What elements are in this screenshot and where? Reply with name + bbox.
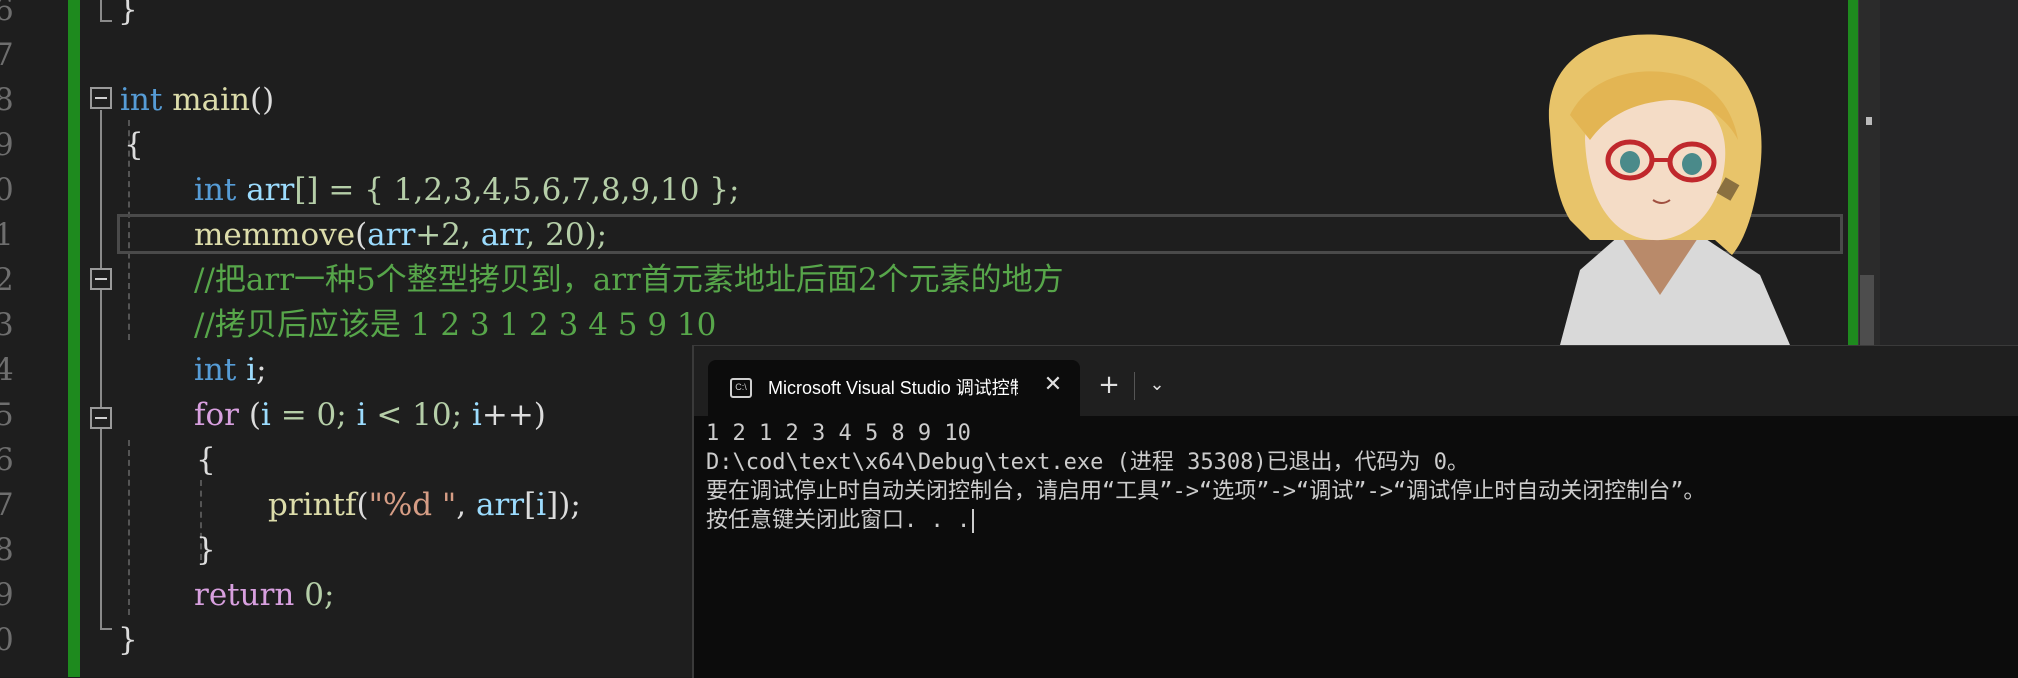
- brace: {: [196, 442, 216, 478]
- line-number-gutter: 6 7 8 9 0 1 2 3 4 5 6 7 8 9 0: [0, 0, 64, 677]
- outline-line: [100, 628, 112, 630]
- line-number: 9: [0, 127, 14, 163]
- collapse-main-icon[interactable]: [90, 87, 112, 109]
- side-panel: [1880, 0, 2018, 345]
- text-cursor: [972, 509, 975, 533]
- punctuation: ++): [481, 397, 546, 433]
- line-number: 5: [0, 397, 14, 433]
- console-output-line: D:\cod\text\x64\Debug\text.exe (进程 35308…: [706, 450, 1470, 475]
- debug-console-window[interactable]: C:\ Microsoft Visual Studio 调试控制台 ✕ + ⌄ …: [692, 345, 2018, 678]
- line-number: 3: [0, 307, 14, 343]
- brace: }: [118, 0, 138, 28]
- console-tab-title: Microsoft Visual Studio 调试控制台: [768, 378, 1018, 398]
- number: +2,: [415, 217, 481, 253]
- variable: arr: [475, 487, 525, 523]
- new-tab-button[interactable]: +: [1092, 368, 1126, 402]
- keyword: int: [120, 82, 163, 118]
- keyword: return: [194, 577, 295, 613]
- line-number: 7: [0, 487, 14, 523]
- punctuation: (: [355, 217, 368, 253]
- variable: arr: [480, 217, 526, 253]
- outline-line: [100, 20, 112, 22]
- line-number: 6: [0, 0, 14, 28]
- punctuation: ;: [256, 352, 267, 388]
- variable: i: [260, 397, 271, 433]
- divider: [1134, 372, 1135, 400]
- line-number: 0: [0, 622, 14, 658]
- code-line-for-open-brace[interactable]: {: [196, 438, 216, 483]
- background-character-image: [1548, 34, 1790, 345]
- string-literal: "%d ": [368, 487, 457, 523]
- keyword: for: [194, 397, 239, 433]
- chevron-down-icon[interactable]: ⌄: [1140, 368, 1174, 402]
- code-line-close-brace[interactable]: }: [118, 618, 138, 663]
- variable: arr: [246, 172, 295, 208]
- parens: (): [249, 82, 275, 118]
- function-name: main: [172, 82, 250, 118]
- number: , 20);: [525, 217, 608, 253]
- variable: arr: [367, 217, 416, 253]
- variable: i: [246, 352, 257, 388]
- line-number: 8: [0, 532, 14, 568]
- variable: i: [536, 487, 547, 523]
- console-output-line: 1 2 1 2 3 4 5 8 9 10: [706, 421, 971, 446]
- punctuation: ]);: [546, 487, 581, 523]
- array-initializer: [] = { 1,2,3,4,5,6,7,8,9,10 };: [294, 172, 740, 208]
- code-line-closing-brace[interactable]: }: [118, 0, 138, 33]
- collapse-for-icon[interactable]: [90, 407, 112, 429]
- brace: {: [124, 127, 144, 163]
- console-prompt-text: 按任意键关闭此窗口. . .: [706, 508, 971, 533]
- code-line-for[interactable]: for (i = 0; i < 10; i++): [194, 393, 546, 438]
- terminal-icon: C:\: [730, 378, 752, 398]
- line-number: 0: [0, 172, 14, 208]
- console-output-line: 按任意键关闭此窗口. . .: [706, 506, 975, 535]
- brace: }: [196, 532, 216, 568]
- punctuation: (: [238, 397, 261, 433]
- indent-guide: [128, 440, 130, 615]
- number: 0;: [294, 577, 335, 613]
- function-name: printf: [268, 487, 357, 523]
- console-output-line: 要在调试停止时自动关闭控制台，请启用“工具”->“选项”->“调试”->“调试停…: [706, 479, 1706, 504]
- line-number: 1: [0, 217, 14, 253]
- number: < 10;: [366, 397, 472, 433]
- code-line-int-i[interactable]: int i;: [194, 348, 267, 393]
- line-number: 8: [0, 82, 14, 118]
- code-line-array-decl[interactable]: int arr[] = { 1,2,3,4,5,6,7,8,9,10 };: [194, 168, 739, 213]
- console-tab[interactable]: C:\ Microsoft Visual Studio 调试控制台 ✕: [708, 360, 1080, 416]
- change-tracking-bar: [68, 0, 80, 677]
- line-number: 2: [0, 262, 14, 298]
- line-number: 7: [0, 37, 14, 73]
- code-line-main[interactable]: int main(): [120, 78, 274, 123]
- line-number: 6: [0, 442, 14, 478]
- variable: i: [356, 397, 367, 433]
- close-tab-icon[interactable]: ✕: [1038, 370, 1068, 400]
- brace: }: [118, 622, 138, 658]
- outline-line: [100, 0, 102, 22]
- keyword: int: [194, 352, 237, 388]
- code-line-return[interactable]: return 0;: [194, 573, 334, 618]
- scrollbar-thumb[interactable]: [1860, 275, 1874, 345]
- punctuation: ,: [456, 487, 476, 523]
- code-line-comment[interactable]: //拷贝后应该是 1 2 3 1 2 3 4 5 9 10: [194, 303, 716, 348]
- console-titlebar: C:\ Microsoft Visual Studio 调试控制台 ✕ + ⌄: [694, 346, 2018, 416]
- code-line-open-brace[interactable]: {: [124, 123, 144, 168]
- punctuation: [: [524, 487, 537, 523]
- punctuation: (: [356, 487, 369, 523]
- code-line-printf[interactable]: printf("%d ", arr[i]);: [268, 483, 581, 528]
- code-line-memmove[interactable]: memmove(arr+2, arr, 20);: [194, 213, 607, 258]
- line-number: 4: [0, 352, 14, 388]
- variable: i: [471, 397, 482, 433]
- code-line-for-close-brace[interactable]: }: [196, 528, 216, 573]
- keyword: int: [194, 172, 237, 208]
- number: = 0;: [270, 397, 357, 433]
- outline-line: [100, 110, 102, 630]
- collapse-comment-icon[interactable]: [90, 268, 112, 290]
- line-number: 9: [0, 577, 14, 613]
- code-line-comment[interactable]: //把arr一种5个整型拷贝到，arr首元素地址后面2个元素的地方: [194, 258, 1064, 303]
- overview-change-bar: [1848, 0, 1858, 345]
- function-name: memmove: [194, 217, 356, 253]
- scrollbar-marker: [1866, 117, 1872, 125]
